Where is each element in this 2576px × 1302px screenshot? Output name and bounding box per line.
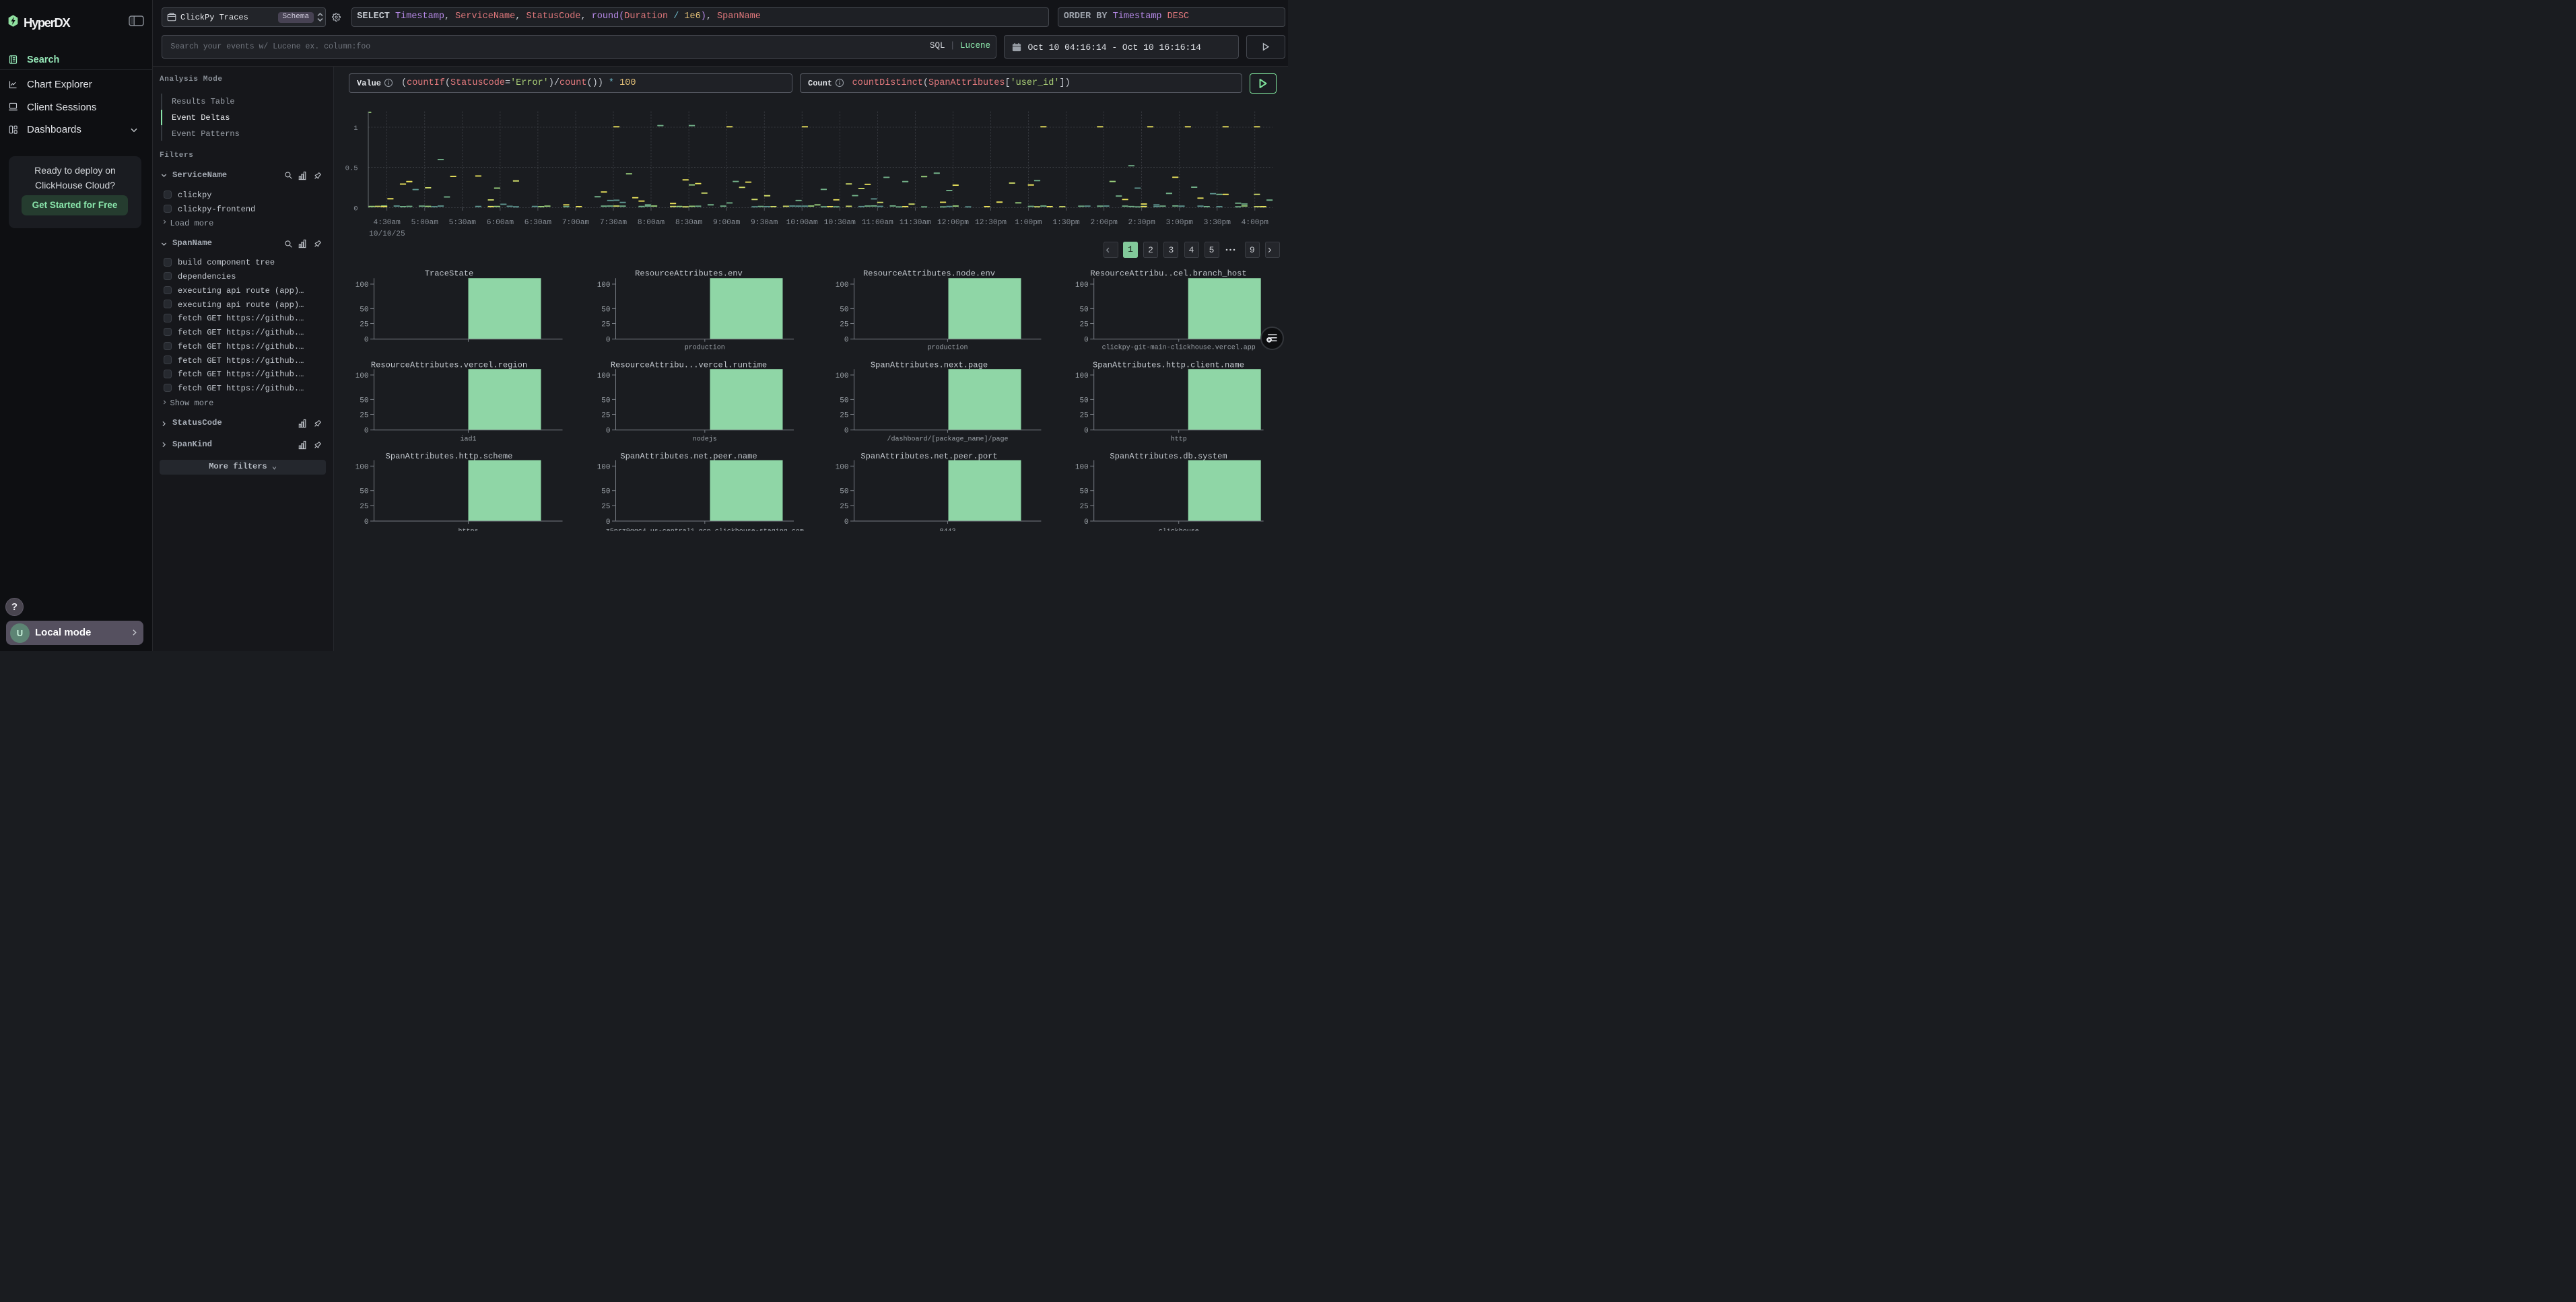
svg-text:0: 0	[844, 518, 849, 526]
svg-text:0: 0	[353, 205, 358, 213]
svg-text:25: 25	[1079, 321, 1088, 329]
svg-text:25: 25	[1079, 503, 1088, 511]
svg-text:100: 100	[355, 281, 369, 289]
svg-text:10:30am: 10:30am	[824, 219, 856, 227]
svg-text:clickhouse: clickhouse	[1159, 528, 1199, 532]
svg-text:3:30pm: 3:30pm	[1204, 219, 1231, 227]
svg-text:/dashboard/[package_name]/page: /dashboard/[package_name]/page	[887, 436, 1008, 444]
svg-text:production: production	[927, 344, 968, 352]
svg-text:25: 25	[360, 503, 368, 511]
svg-text:25: 25	[840, 503, 848, 511]
svg-text:2:30pm: 2:30pm	[1128, 219, 1156, 227]
svg-text:SpanAttributes.http.client.nam: SpanAttributes.http.client.name	[1093, 360, 1244, 370]
svg-text:8:30am: 8:30am	[675, 219, 703, 227]
svg-text:ResourceAttributes.node.env: ResourceAttributes.node.env	[863, 269, 995, 279]
svg-text:ResourceAttribu...vercel.runti: ResourceAttribu...vercel.runtime	[611, 360, 767, 370]
svg-text:ResourceAttributes.vercel.regi: ResourceAttributes.vercel.region	[371, 360, 527, 370]
svg-text:SpanAttributes.net.peer.port: SpanAttributes.net.peer.port	[860, 452, 997, 461]
svg-text:4:30am: 4:30am	[374, 219, 401, 227]
svg-text:2:00pm: 2:00pm	[1091, 219, 1118, 227]
svg-text:100: 100	[1075, 372, 1089, 380]
svg-text:100: 100	[355, 463, 369, 471]
svg-text:8443: 8443	[939, 528, 955, 532]
svg-text:9:30am: 9:30am	[751, 219, 778, 227]
svg-text:100: 100	[836, 372, 849, 380]
svg-text:50: 50	[360, 397, 368, 405]
svg-text:0: 0	[364, 427, 369, 436]
svg-text:1:30pm: 1:30pm	[1052, 219, 1080, 227]
svg-text:50: 50	[601, 306, 610, 314]
svg-text:6:00am: 6:00am	[487, 219, 514, 227]
svg-text:50: 50	[601, 488, 610, 496]
svg-text:100: 100	[355, 372, 369, 380]
svg-text:12:00pm: 12:00pm	[937, 219, 969, 227]
svg-text:25: 25	[1079, 412, 1088, 420]
svg-text:50: 50	[1079, 488, 1088, 496]
svg-text:https: https	[458, 528, 478, 532]
svg-text:production: production	[685, 344, 725, 352]
svg-text:100: 100	[597, 372, 611, 380]
svg-text:SpanAttributes.net.peer.name: SpanAttributes.net.peer.name	[620, 452, 757, 461]
svg-text:100: 100	[597, 463, 611, 471]
svg-text:0: 0	[844, 337, 849, 345]
svg-text:50: 50	[840, 488, 848, 496]
svg-text:0: 0	[1084, 337, 1089, 345]
svg-text:7:30am: 7:30am	[600, 219, 628, 227]
svg-text:nodejs: nodejs	[693, 436, 717, 444]
svg-text:7:00am: 7:00am	[562, 219, 590, 227]
svg-text:50: 50	[1079, 397, 1088, 405]
svg-text:iad1: iad1	[460, 436, 476, 444]
svg-text:0: 0	[1084, 427, 1089, 436]
svg-text:z5prz9ggc4.us-central1.gcp.cli: z5prz9ggc4.us-central1.gcp.clickhouse-st…	[606, 528, 804, 532]
svg-text:10:00am: 10:00am	[786, 219, 818, 227]
svg-text:0: 0	[606, 427, 611, 436]
svg-text:0: 0	[1084, 518, 1089, 526]
svg-text:clickpy-git-main-clickhouse.ve: clickpy-git-main-clickhouse.vercel.app	[1102, 344, 1256, 352]
svg-text:TraceState: TraceState	[425, 269, 474, 279]
svg-text:http: http	[1171, 436, 1187, 444]
svg-text:50: 50	[360, 306, 368, 314]
svg-text:50: 50	[840, 306, 848, 314]
svg-text:50: 50	[601, 397, 610, 405]
svg-text:50: 50	[360, 488, 368, 496]
svg-text:0: 0	[606, 518, 611, 526]
svg-text:25: 25	[360, 412, 368, 420]
svg-text:ResourceAttribu..cel.branch_ho: ResourceAttribu..cel.branch_host	[1090, 269, 1246, 279]
svg-text:ResourceAttributes.env: ResourceAttributes.env	[635, 269, 743, 279]
svg-text:100: 100	[1075, 281, 1089, 289]
svg-text:4:00pm: 4:00pm	[1242, 219, 1269, 227]
svg-text:0: 0	[606, 337, 611, 345]
svg-text:100: 100	[836, 281, 849, 289]
svg-text:25: 25	[601, 321, 610, 329]
svg-text:1:00pm: 1:00pm	[1015, 219, 1042, 227]
svg-text:50: 50	[1079, 306, 1088, 314]
svg-text:25: 25	[601, 503, 610, 511]
svg-text:11:30am: 11:30am	[900, 219, 931, 227]
svg-text:0: 0	[364, 518, 369, 526]
svg-text:SpanAttributes.next.page: SpanAttributes.next.page	[871, 360, 988, 370]
svg-text:10/10/25: 10/10/25	[369, 230, 405, 238]
svg-text:0: 0	[364, 337, 369, 345]
svg-text:12:30pm: 12:30pm	[975, 219, 1007, 227]
svg-text:100: 100	[597, 281, 611, 289]
svg-text:100: 100	[836, 463, 849, 471]
svg-text:0.5: 0.5	[345, 165, 358, 173]
svg-text:SpanAttributes.db.system: SpanAttributes.db.system	[1110, 452, 1227, 461]
svg-text:100: 100	[1075, 463, 1089, 471]
svg-text:0: 0	[844, 427, 849, 436]
svg-text:25: 25	[840, 412, 848, 420]
svg-text:3:00pm: 3:00pm	[1166, 219, 1194, 227]
svg-text:11:00am: 11:00am	[862, 219, 893, 227]
svg-text:25: 25	[360, 321, 368, 329]
svg-text:6:30am: 6:30am	[524, 219, 552, 227]
svg-text:5:00am: 5:00am	[411, 219, 439, 227]
svg-text:9:00am: 9:00am	[713, 219, 741, 227]
svg-text:50: 50	[840, 397, 848, 405]
svg-text:5:30am: 5:30am	[449, 219, 477, 227]
svg-text:SpanAttributes.http.scheme: SpanAttributes.http.scheme	[386, 452, 513, 461]
svg-text:8:00am: 8:00am	[638, 219, 665, 227]
svg-text:25: 25	[601, 412, 610, 420]
svg-text:1: 1	[353, 125, 358, 133]
svg-text:25: 25	[840, 321, 848, 329]
